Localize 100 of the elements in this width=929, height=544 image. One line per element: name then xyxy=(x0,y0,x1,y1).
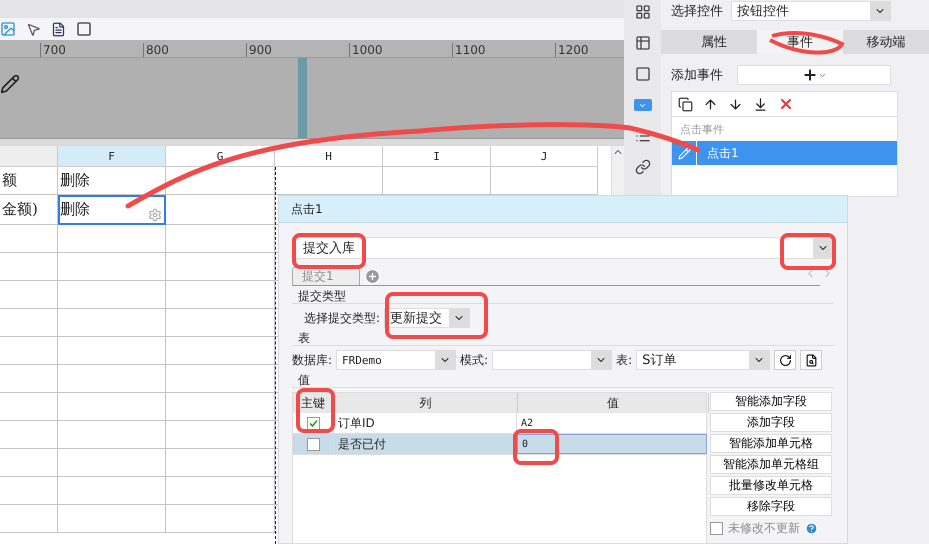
pencil-icon xyxy=(0,74,20,94)
preview-button[interactable] xyxy=(800,350,822,370)
column-header[interactable] xyxy=(0,146,58,167)
gear-icon[interactable] xyxy=(148,208,162,222)
table-cell[interactable] xyxy=(166,225,275,253)
action-button[interactable]: 智能添加单元格组 xyxy=(710,455,832,474)
border-icon[interactable] xyxy=(76,21,92,37)
table-cell[interactable] xyxy=(166,195,275,225)
checkbox[interactable] xyxy=(306,416,320,430)
checkbox[interactable] xyxy=(306,438,320,450)
annotation-highlight xyxy=(780,233,836,270)
ruler-label: 1000 xyxy=(349,43,452,57)
table-cell[interactable] xyxy=(58,225,166,253)
database-select[interactable]: FRDemo xyxy=(336,350,456,370)
table-cell[interactable] xyxy=(0,505,58,533)
table-cell[interactable] xyxy=(0,421,58,449)
pointer-icon[interactable] xyxy=(26,22,41,36)
copy-icon[interactable] xyxy=(678,96,693,112)
table-cell[interactable] xyxy=(166,365,275,393)
table-cell[interactable] xyxy=(58,309,166,337)
table-select[interactable]: S订单 xyxy=(636,350,770,370)
field-label: 选择控件 xyxy=(671,3,723,20)
refresh-icon[interactable] xyxy=(778,354,792,366)
ruler-label: 900 xyxy=(246,43,349,57)
table-cell[interactable] xyxy=(0,393,58,421)
image-icon[interactable] xyxy=(0,21,16,37)
table-cell: 是否已付 xyxy=(334,434,517,454)
table-cell[interactable]: A2 xyxy=(517,413,707,433)
table-cell[interactable] xyxy=(0,365,58,393)
action-button[interactable]: 智能添加单元格 xyxy=(710,434,832,453)
dialog-title: 点击1 xyxy=(279,196,847,223)
plus-icon[interactable] xyxy=(802,67,818,83)
column-header[interactable]: H xyxy=(275,146,383,167)
table-cell[interactable] xyxy=(166,253,275,281)
table-row[interactable]: 订单ID A2 xyxy=(293,413,706,434)
square-icon[interactable] xyxy=(634,66,651,82)
table-cell[interactable] xyxy=(0,449,58,477)
table-cell[interactable] xyxy=(166,337,275,365)
edit-icon[interactable] xyxy=(678,146,690,160)
section-title: 提交类型 xyxy=(292,289,834,304)
column-header[interactable]: I xyxy=(383,146,491,167)
field-label: 添加事件 xyxy=(671,67,723,84)
ruler-label: 1100 xyxy=(452,43,555,57)
table-cell[interactable]: 金额) xyxy=(0,195,58,225)
grid-icon[interactable] xyxy=(634,4,651,20)
table-cell[interactable] xyxy=(166,167,275,195)
table-cell[interactable] xyxy=(166,477,275,505)
table-cell[interactable] xyxy=(0,281,58,309)
table-cell[interactable] xyxy=(58,393,166,421)
refresh-button[interactable] xyxy=(774,350,796,370)
table-cell[interactable] xyxy=(0,337,58,365)
move-bottom-icon[interactable] xyxy=(753,96,768,112)
table-icon[interactable] xyxy=(634,35,651,51)
ruler-label: 700 xyxy=(40,43,143,57)
column-header[interactable]: J xyxy=(491,146,598,167)
table-cell[interactable] xyxy=(58,281,166,309)
table-cell[interactable] xyxy=(58,421,166,449)
table-row[interactable]: 是否已付 0 xyxy=(293,434,706,455)
submit-type-select[interactable]: 更新提交 xyxy=(384,308,470,328)
section-title: 值 xyxy=(292,373,834,388)
dropdown-widget-icon[interactable] xyxy=(634,99,652,111)
list-header: 点击事件 xyxy=(679,122,725,138)
delete-icon[interactable] xyxy=(778,96,794,112)
control-select[interactable]: 按钮控件 xyxy=(731,1,891,21)
table-cell[interactable] xyxy=(58,253,166,281)
table-cell[interactable] xyxy=(58,477,166,505)
table-cell[interactable] xyxy=(0,309,58,337)
add-tab-icon[interactable] xyxy=(364,268,381,285)
table-cell[interactable]: 额 xyxy=(0,167,58,195)
column-header[interactable]: F xyxy=(58,146,166,167)
table-cell[interactable] xyxy=(166,449,275,477)
table-cell[interactable] xyxy=(0,477,58,505)
table-cell[interactable]: 删除 xyxy=(58,167,166,195)
section-title: 表 xyxy=(292,331,834,346)
table-cell[interactable] xyxy=(58,505,166,533)
table-cell[interactable] xyxy=(58,337,166,365)
action-button[interactable]: 移除字段 xyxy=(710,497,832,516)
search-icon[interactable] xyxy=(804,354,818,366)
table-cell[interactable] xyxy=(166,309,275,337)
action-button[interactable]: 智能添加字段 xyxy=(710,392,832,411)
table-cell[interactable] xyxy=(166,393,275,421)
table-cell[interactable]: 删除 xyxy=(58,195,166,225)
table-cell[interactable] xyxy=(166,505,275,533)
annotation-highlight xyxy=(296,388,335,433)
document-icon[interactable] xyxy=(51,22,66,36)
help-icon[interactable] xyxy=(805,522,818,535)
table-cell[interactable] xyxy=(166,421,275,449)
table-cell[interactable] xyxy=(58,449,166,477)
table-cell[interactable]: 0 xyxy=(517,434,707,454)
action-button[interactable]: 添加字段 xyxy=(710,413,832,432)
table-cell[interactable] xyxy=(0,253,58,281)
annotation-highlight xyxy=(513,429,559,465)
checkbox[interactable] xyxy=(710,522,723,535)
table-cell[interactable] xyxy=(166,281,275,309)
table-cell[interactable] xyxy=(58,365,166,393)
action-button[interactable]: 批量修改单元格 xyxy=(710,476,832,495)
link-icon[interactable] xyxy=(634,159,651,175)
arrow-down-icon[interactable] xyxy=(728,96,743,112)
action-select[interactable]: 提交入库 xyxy=(292,237,834,259)
table-cell[interactable] xyxy=(0,225,58,253)
